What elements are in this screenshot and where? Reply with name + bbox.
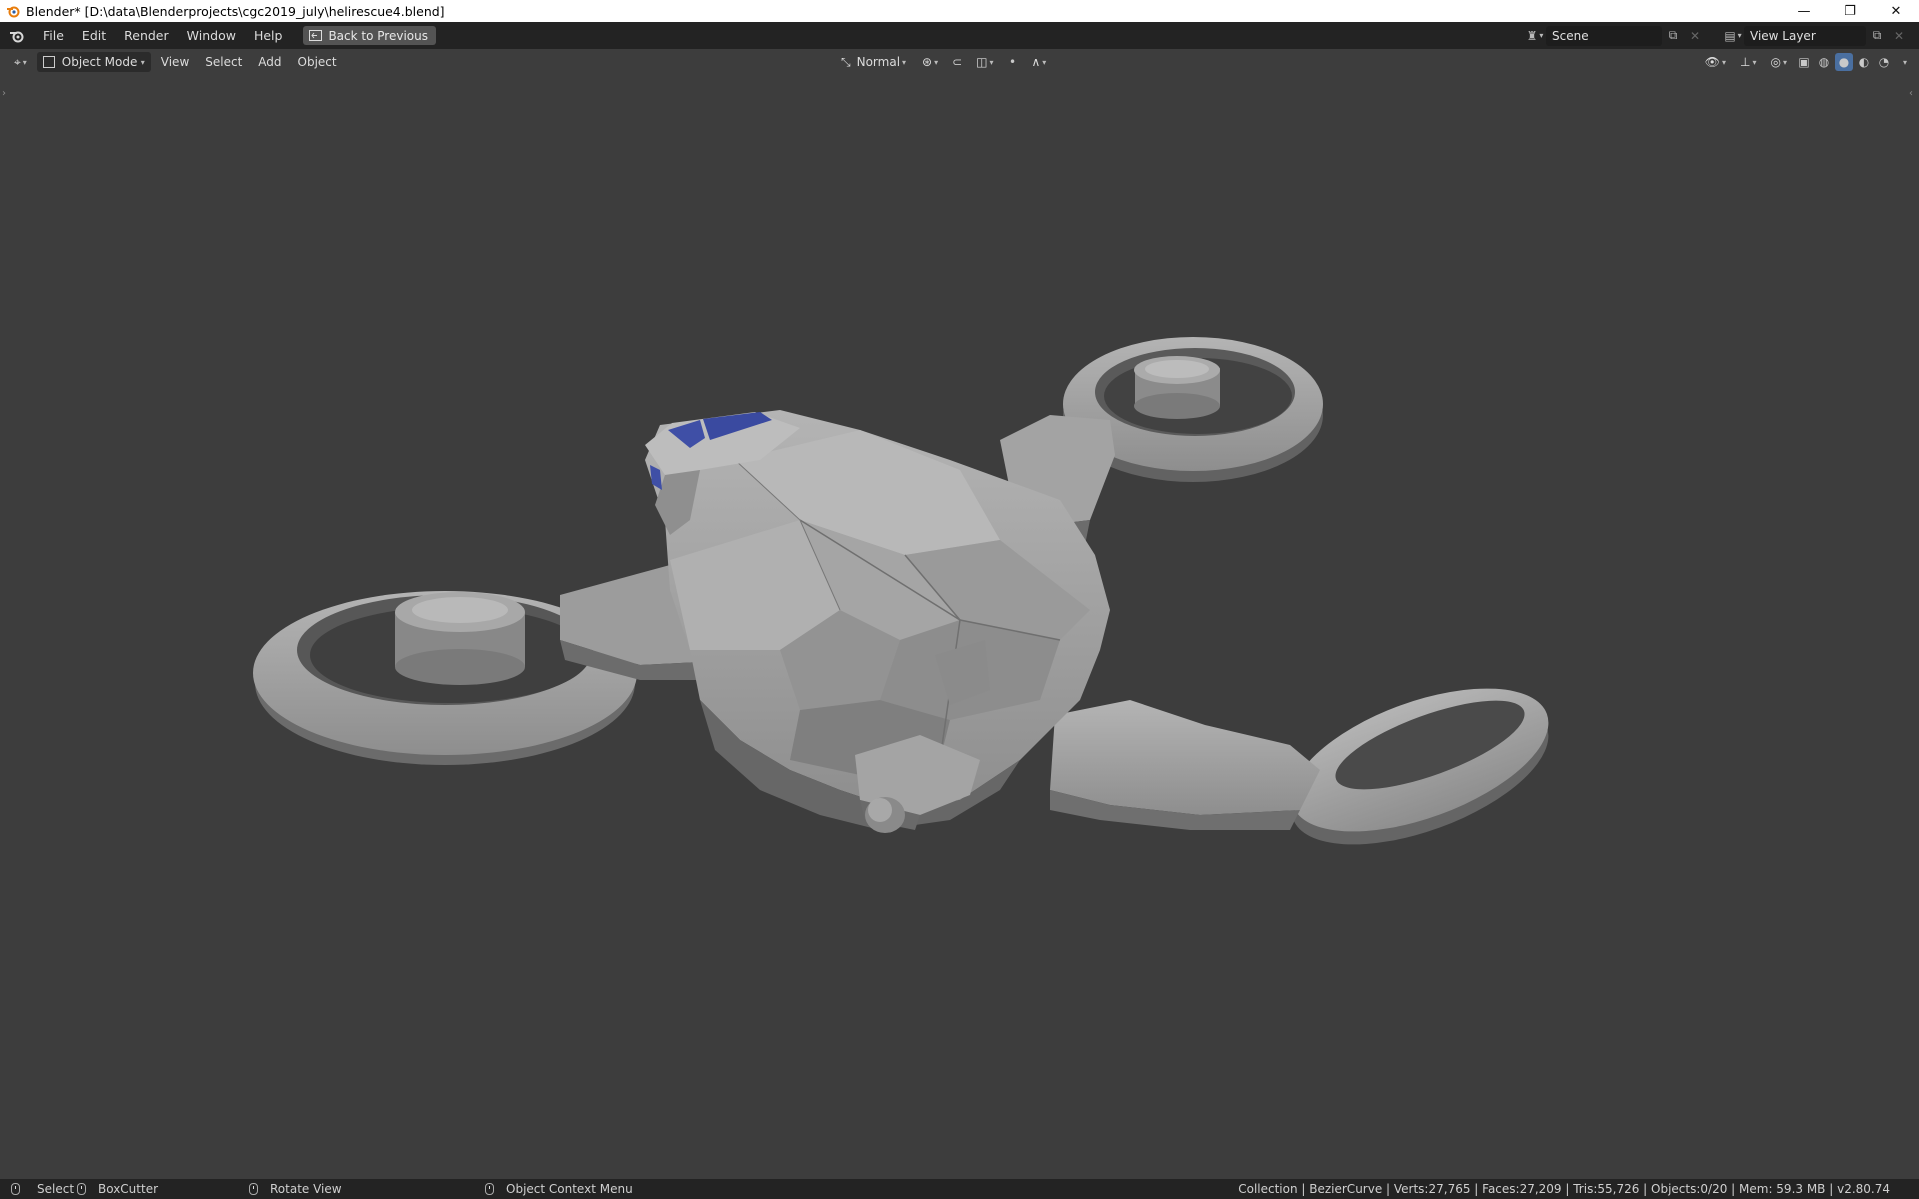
object-mode-label: Object Mode <box>61 55 138 69</box>
proportional-falloff-dropdown[interactable]: ∧ ▾ <box>1025 52 1052 72</box>
window-title-bar: Blender* [D:\data\Blenderprojects\cgc201… <box>0 0 1919 22</box>
orientation-icon: ⤡ <box>841 54 851 69</box>
view-layer-name-field[interactable]: View Layer <box>1744 25 1866 46</box>
3d-viewport-icon: ⌖ <box>14 54 21 69</box>
status-select-label: Select <box>37 1182 75 1196</box>
object-visibility-dropdown[interactable]: 👁 ▾ <box>1699 52 1732 72</box>
menu-render[interactable]: Render <box>115 22 178 49</box>
gizmo-dropdown[interactable]: ⊥ ▾ <box>1734 52 1762 72</box>
rendered-shading-icon[interactable]: ◔ <box>1875 53 1893 71</box>
new-view-layer-icon[interactable]: ⧉ <box>1866 26 1888 46</box>
status-rotate: Rotate View <box>249 1182 342 1196</box>
helicopter-model[interactable] <box>0 75 1919 1179</box>
overlays-icon: ◎ <box>1770 55 1781 69</box>
menu-help[interactable]: Help <box>245 22 292 49</box>
object-mode-icon <box>42 56 55 68</box>
menu-object[interactable]: Object <box>292 52 343 72</box>
view-layer-browse-icon[interactable]: ▤ ▾ <box>1722 26 1744 46</box>
tail-boom <box>1050 700 1320 815</box>
restore-button[interactable]: ❐ <box>1827 0 1873 22</box>
status-context-menu-label: Object Context Menu <box>506 1182 633 1196</box>
status-boxcutter: BoxCutter <box>77 1182 158 1196</box>
delete-view-layer-icon[interactable]: ✕ <box>1888 26 1910 46</box>
main-menu: File Edit Render Window Help <box>34 22 291 49</box>
snap-increment-icon: ◫ <box>976 55 988 69</box>
snap-target-dropdown[interactable]: ◫ ▾ <box>970 52 999 72</box>
gizmo-icon: ⊥ <box>1740 55 1751 69</box>
status-bar: Select BoxCutter Rotate View Object Cont… <box>0 1179 1919 1199</box>
blender-menu-icon[interactable] <box>0 29 34 43</box>
solid-shading-icon[interactable]: ● <box>1834 53 1853 71</box>
object-mode-dropdown[interactable]: Object Mode ▾ <box>36 52 151 72</box>
transform-orientation-dropdown[interactable]: ⤡ Normal ▾ <box>835 52 912 72</box>
window-title: Blender* [D:\data\Blenderprojects\cgc201… <box>26 3 445 19</box>
menu-file[interactable]: File <box>34 22 73 49</box>
status-rotate-label: Rotate View <box>270 1182 342 1196</box>
proportional-edit-icon[interactable]: • <box>1003 53 1021 71</box>
minimize-button[interactable]: — <box>1781 0 1827 22</box>
back-to-previous-label: Back to Previous <box>328 28 428 43</box>
menu-add[interactable]: Add <box>252 52 287 72</box>
left-drag-mouse-icon <box>77 1183 86 1195</box>
close-window-button[interactable]: ✕ <box>1873 0 1919 22</box>
transform-orientation-label: Normal <box>856 55 901 69</box>
shading-options-dropdown[interactable]: ▾ <box>1895 52 1913 72</box>
back-icon <box>309 30 323 41</box>
editor-type-button[interactable]: ⌖ ▾ <box>8 52 33 72</box>
view-layer-selector: ▤ ▾ View Layer ⧉ ✕ <box>1722 25 1910 46</box>
overlays-dropdown[interactable]: ◎ ▾ <box>1764 52 1793 72</box>
scene-name-field[interactable]: Scene <box>1546 25 1662 46</box>
menu-view[interactable]: View <box>155 52 195 72</box>
new-scene-icon[interactable]: ⧉ <box>1662 26 1684 46</box>
menu-window[interactable]: Window <box>178 22 245 49</box>
snap-toggle-icon[interactable]: ⊂ <box>948 53 966 71</box>
right-mouse-icon <box>485 1183 494 1195</box>
xray-toggle-icon[interactable]: ▣ <box>1795 53 1813 71</box>
left-mouse-icon <box>11 1183 20 1195</box>
scene-selector: ♜ ▾ Scene ⧉ ✕ <box>1524 25 1706 46</box>
toolbar-expand-arrow[interactable]: › <box>2 88 6 99</box>
status-context-menu: Object Context Menu <box>485 1182 633 1196</box>
blender-app-icon <box>7 6 20 18</box>
scene-browse-icon[interactable]: ♜ ▾ <box>1524 26 1546 46</box>
menu-select[interactable]: Select <box>199 52 248 72</box>
back-to-previous-button[interactable]: Back to Previous <box>303 26 436 45</box>
wireframe-shading-icon[interactable]: ◍ <box>1815 53 1833 71</box>
pivot-icon: ⊛ <box>922 55 933 69</box>
status-select: Select <box>11 1182 74 1196</box>
status-boxcutter-label: BoxCutter <box>98 1182 159 1196</box>
middle-mouse-icon <box>249 1183 258 1195</box>
falloff-curve-icon: ∧ <box>1031 55 1041 69</box>
scene-statistics: Collection | BezierCurve | Verts:27,765 … <box>1238 1182 1890 1196</box>
viewport-header: ⌖ ▾ Object Mode ▾ View Select Add Object … <box>0 49 1919 75</box>
material-shading-icon[interactable]: ◐ <box>1855 53 1873 71</box>
delete-scene-icon[interactable]: ✕ <box>1684 26 1706 46</box>
sidebar-expand-arrow[interactable]: ‹ <box>1909 88 1913 99</box>
3d-viewport[interactable] <box>0 75 1919 1179</box>
pivot-point-dropdown[interactable]: ⊛ ▾ <box>916 52 944 72</box>
eye-icon: 👁 <box>1704 55 1720 69</box>
right-bottom-rotor <box>1291 688 1549 845</box>
menu-edit[interactable]: Edit <box>73 22 115 49</box>
